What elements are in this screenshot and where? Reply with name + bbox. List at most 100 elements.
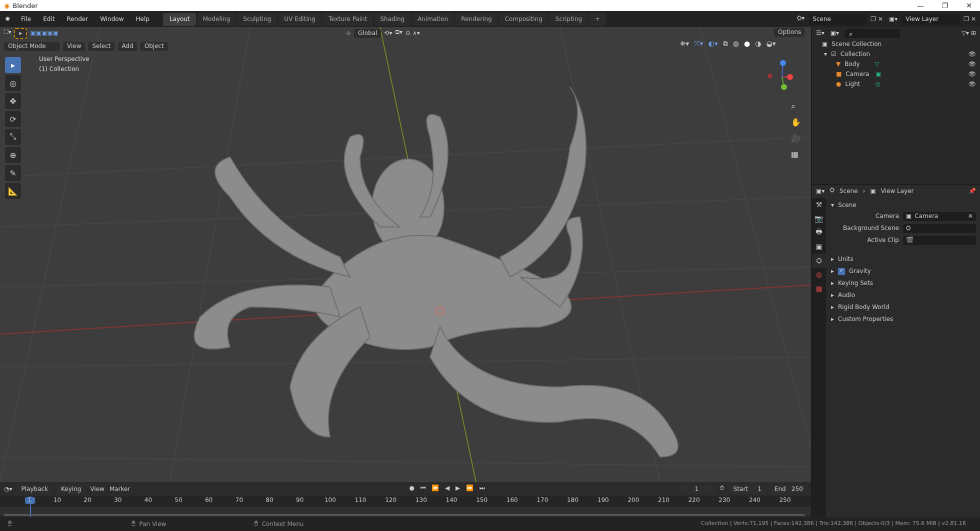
blender-menu-icon[interactable]: ✺ [0, 16, 15, 23]
tab-compositing[interactable]: Compositing [498, 12, 549, 26]
eye-icon[interactable]: 👁 [968, 61, 980, 68]
select-mode-icons[interactable]: ▣▣▣▣▣ [30, 30, 58, 37]
outliner-item-camera[interactable]: ■ Camera ▣ 👁 [812, 69, 980, 79]
display-mode-icon[interactable]: ☰▾ [816, 30, 824, 37]
annotate-tool-icon[interactable]: ✎ [5, 165, 21, 181]
texture-tab-icon[interactable]: ▩ [812, 282, 826, 296]
tab-texture-paint[interactable]: Texture Paint [322, 12, 374, 26]
tab-modeling[interactable]: Modeling [196, 12, 237, 26]
solid-shading-icon[interactable]: ● [744, 40, 750, 49]
perspective-toggle-icon[interactable]: ▦ [791, 147, 801, 163]
scale-tool-icon[interactable]: ⤡ [5, 129, 21, 145]
tab-animation[interactable]: Animation [411, 12, 455, 26]
scene-panel-header[interactable]: ▾ Scene [827, 199, 980, 211]
tab-sculpting[interactable]: Sculpting [237, 12, 278, 26]
menu-window[interactable]: Window [94, 16, 130, 23]
audio-panel[interactable]: ▸ Audio [827, 289, 980, 301]
zoom-icon[interactable]: ⌕ [791, 99, 801, 115]
measure-tool-icon[interactable]: 📐 [5, 183, 21, 199]
view-layer-icon[interactable]: ▣▾ [889, 16, 898, 23]
editor-type-icon[interactable]: ◔▾ [4, 486, 12, 493]
menu-edit[interactable]: Edit [37, 16, 61, 23]
camera-view-icon[interactable]: 🎥 [791, 131, 801, 147]
menu-add[interactable]: Add [117, 41, 138, 51]
checkbox-icon[interactable]: ☑ [831, 51, 836, 58]
menu-render[interactable]: Render [61, 16, 94, 23]
scene-collection-row[interactable]: ▣ Scene Collection [812, 39, 980, 49]
menu-object[interactable]: Object [140, 41, 168, 51]
xray-icon[interactable]: ⧉ [723, 40, 728, 49]
menu-view[interactable]: View [63, 41, 86, 51]
tab-rendering[interactable]: Rendering [455, 12, 498, 26]
timeline-scrollbar[interactable] [4, 514, 805, 516]
tab-scripting[interactable]: Scripting [549, 12, 589, 26]
frame-ruler[interactable]: 1102030405060708090100110120130140150160… [0, 496, 811, 506]
snap-icon[interactable]: ⧉▾ [395, 29, 402, 37]
playhead[interactable] [30, 496, 31, 517]
proportional-edit-icon[interactable]: ⊙ ∧▾ [406, 30, 420, 37]
timeline-view-menu[interactable]: View [90, 486, 104, 493]
scene-icon[interactable]: ⛭▾ [797, 15, 805, 23]
scene-selector[interactable]: Scene [808, 13, 867, 25]
menu-file[interactable]: File [15, 16, 37, 23]
rendered-shading-icon[interactable]: ◒▾ [766, 40, 776, 49]
gravity-panel[interactable]: ▸ ✓ Gravity [827, 265, 980, 277]
start-frame-field[interactable]: Start 1 [729, 484, 766, 494]
end-frame-field[interactable]: End 250 [770, 484, 807, 494]
menu-select[interactable]: Select [88, 41, 115, 51]
viewport-canvas[interactable] [0, 27, 811, 482]
move-tool-icon[interactable]: ✥ [5, 93, 21, 109]
render-tab-icon[interactable]: 📷 [812, 212, 826, 226]
expand-icon[interactable]: ▾ [824, 51, 827, 58]
playback-menu[interactable]: Playback [17, 484, 53, 494]
material-shading-icon[interactable]: ◑ [755, 40, 761, 49]
tab-layout[interactable]: Layout [163, 12, 196, 26]
keying-menu[interactable]: Keying [57, 484, 86, 494]
select-box-tool-icon[interactable]: ▸ [5, 57, 21, 73]
tab-shading[interactable]: Shading [374, 12, 411, 26]
clear-icon[interactable]: ✕ [968, 213, 976, 220]
units-panel[interactable]: ▸ Units [827, 253, 980, 265]
filter-icon[interactable]: ▣▾ [830, 30, 839, 37]
navigation-gizmo[interactable] [760, 57, 800, 97]
rotate-tool-icon[interactable]: ⟳ [5, 111, 21, 127]
new-view-layer-icon[interactable]: ❐ ✕ [964, 16, 976, 23]
new-scene-icon[interactable]: ❐ ✕ [871, 16, 883, 23]
eye-icon[interactable]: 👁 [968, 81, 980, 88]
editor-type-icon[interactable]: ▣▾ [816, 188, 825, 195]
eye-icon[interactable]: 👁 [968, 71, 980, 78]
mode-select[interactable]: Object Mode [4, 41, 60, 51]
scene-tab-icon[interactable]: ⛭ [812, 254, 826, 268]
pivot-icon[interactable]: ⟲▾ [384, 30, 392, 37]
tool-tab-icon[interactable]: ⚒ [812, 198, 826, 212]
gizmo-icon[interactable]: ⤧▾ [694, 40, 703, 49]
editor-type-icon[interactable]: ⛶▾ [4, 29, 11, 37]
outliner-item-light[interactable]: ● Light ◎ 👁 [812, 79, 980, 89]
keying-sets-panel[interactable]: ▸ Keying Sets [827, 277, 980, 289]
add-workspace-button[interactable]: + [589, 12, 607, 26]
wireframe-shading-icon[interactable]: ◍ [733, 40, 739, 49]
visibility-icon[interactable]: ⛯▾ [680, 40, 689, 49]
view-layer-selector[interactable]: View Layer [901, 13, 960, 25]
marker-menu[interactable]: Marker [109, 486, 130, 493]
custom-properties-panel[interactable]: ▸ Custom Properties [827, 313, 980, 325]
output-tab-icon[interactable]: 🖶 [812, 226, 826, 240]
minimize-button[interactable]: — [917, 2, 924, 10]
outliner-search-input[interactable]: ⌕ [845, 28, 901, 38]
rigid-body-world-panel[interactable]: ▸ Rigid Body World [827, 301, 980, 313]
maximize-button[interactable]: ❐ [942, 2, 948, 10]
view-layer-tab-icon[interactable]: ▣ [812, 240, 826, 254]
cursor-tool-icon[interactable]: ◎ [5, 75, 21, 91]
overlays-icon[interactable]: ◐▾ [708, 40, 718, 49]
close-button[interactable]: ✕ [966, 2, 972, 10]
eye-icon[interactable]: 👁 [968, 51, 980, 58]
collection-row[interactable]: ▾ ☑ Collection 👁 [812, 49, 980, 59]
playback-controls[interactable]: ● ⏮ ⏪ ◀ ▶ ⏩ ⏭ [409, 485, 487, 493]
options-button[interactable]: Options [774, 28, 806, 37]
tab-uv-editing[interactable]: UV Editing [278, 12, 322, 26]
3d-viewport[interactable]: ⛶▾ ▸ ▣▣▣▣▣ ⊹ Global ⟲▾ ⧉▾ ⊙ ∧▾ Options O… [0, 27, 811, 482]
select-tool-icon[interactable]: ▸ [14, 27, 28, 39]
world-tab-icon[interactable]: ◍ [812, 268, 826, 282]
current-frame-field[interactable]: 1 [678, 484, 715, 494]
outliner-item-body[interactable]: ▼ Body ▽ 👁 [812, 59, 980, 69]
